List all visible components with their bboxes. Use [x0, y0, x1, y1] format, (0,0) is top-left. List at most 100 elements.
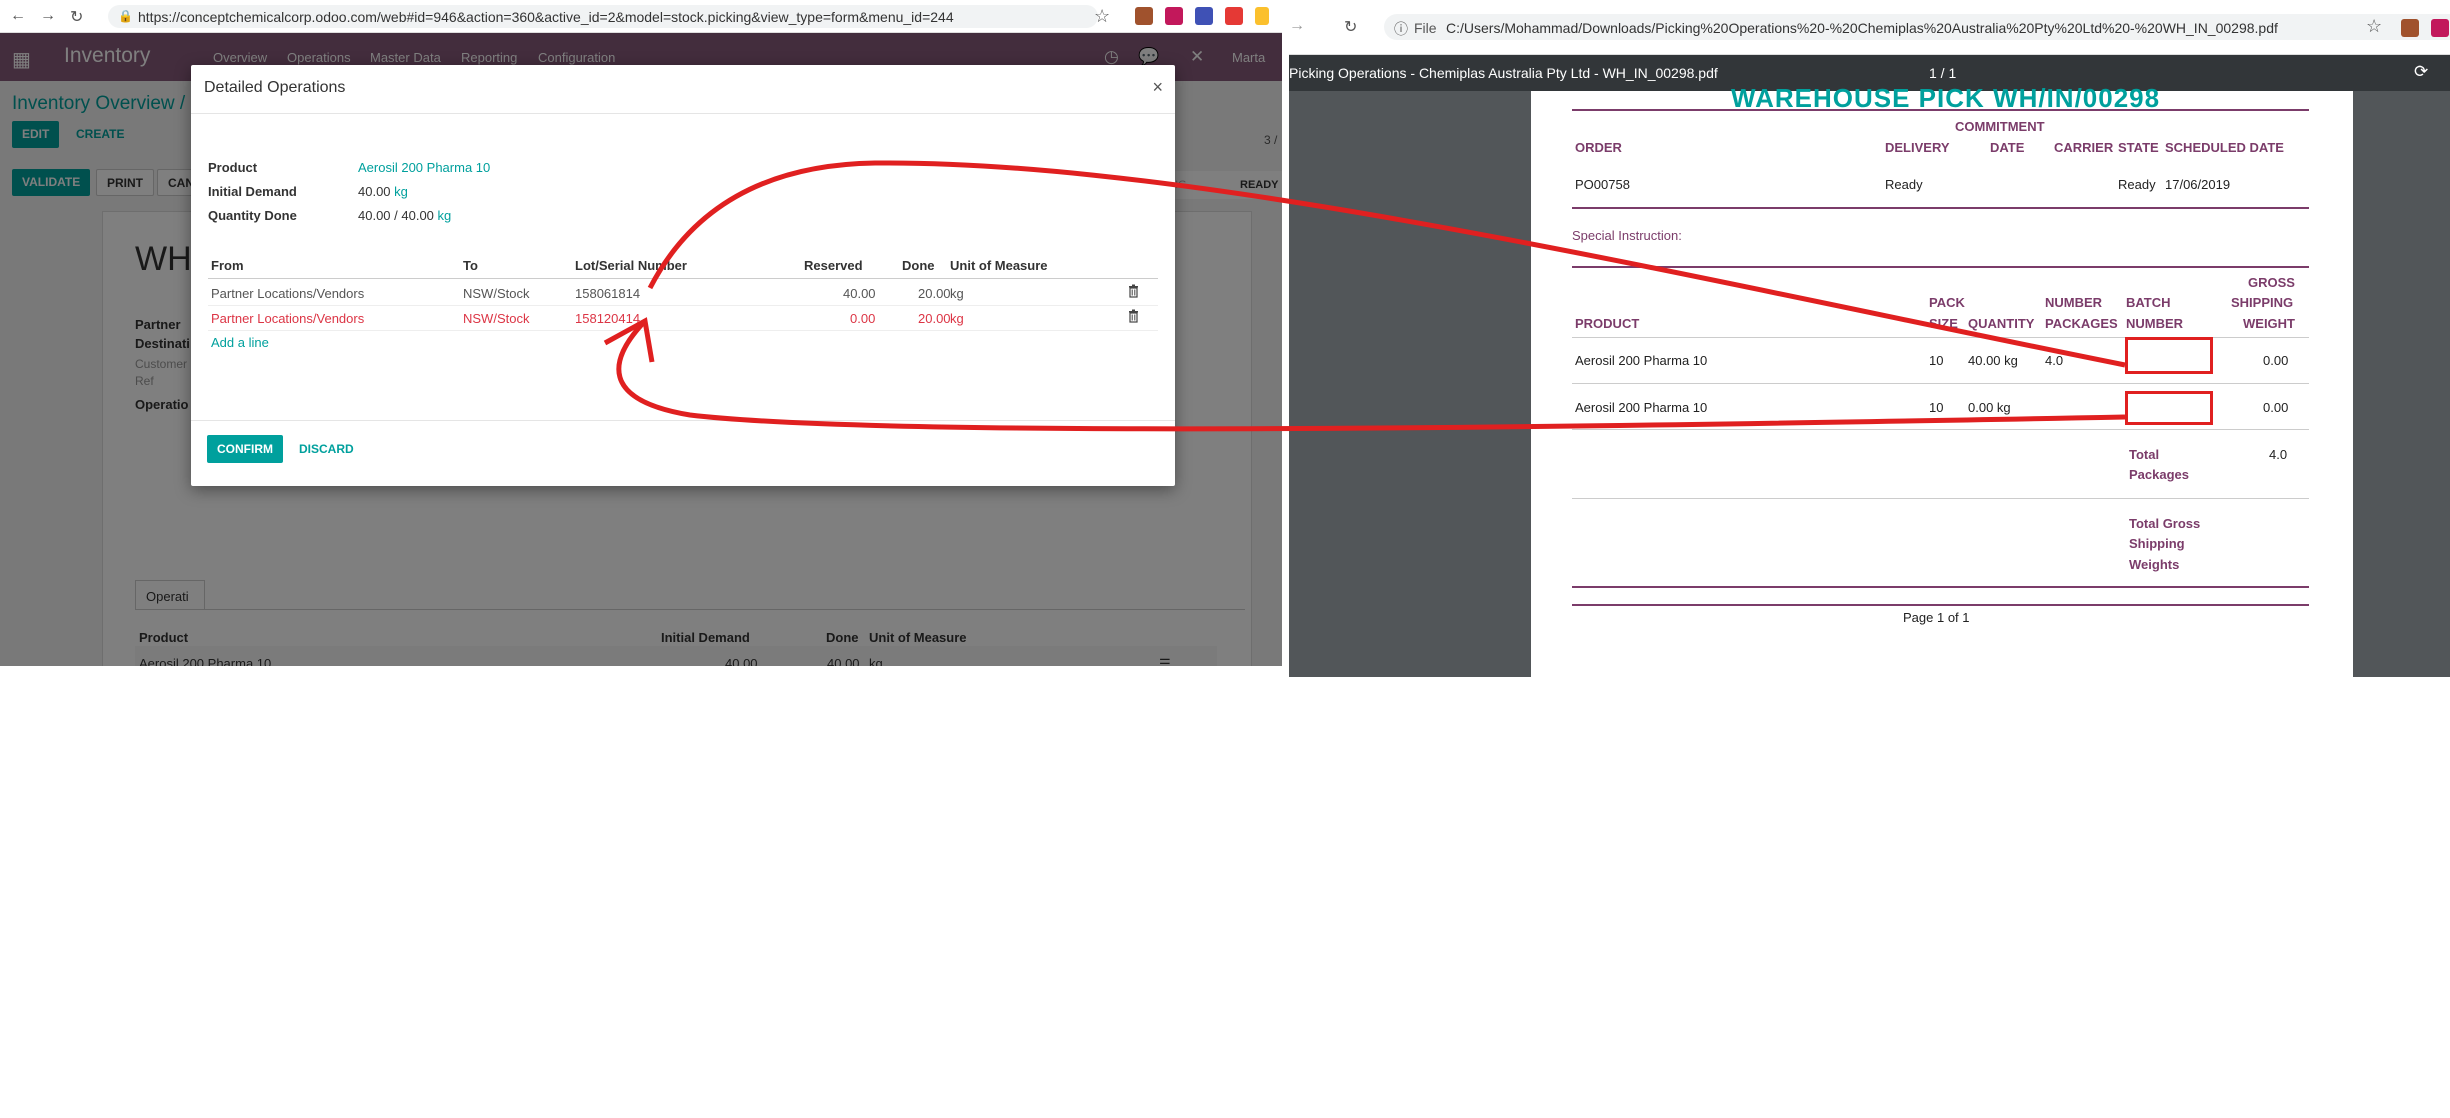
dialog-header: Detailed Operations ×: [191, 65, 1175, 114]
header-state: STATE: [2118, 140, 2159, 155]
cell-reserved: 40.00: [843, 286, 876, 301]
total-gross-label-2: Shipping: [2129, 536, 2185, 551]
browser-toolbar: → ↻ ⓘ File C:/Users/Mohammad/Downloads/P…: [1289, 0, 2450, 55]
header-date: DATE: [1990, 140, 2025, 155]
total-packages-value: 4.0: [2269, 447, 2288, 462]
header-product: PRODUCT: [1575, 316, 1640, 331]
quantity-done-uom[interactable]: kg: [438, 208, 452, 223]
col-lot: Lot/Serial Number: [575, 258, 687, 273]
initial-demand-value: 40.00 kg: [358, 184, 408, 199]
url-text: https://conceptchemicalcorp.odoo.com/web…: [138, 9, 954, 25]
line-quantity: 0.00 kg: [1968, 400, 2011, 415]
pdf-title: Picking Operations - Chemiplas Australia…: [1289, 65, 1718, 81]
forward-icon[interactable]: →: [1289, 17, 1305, 35]
rotate-icon[interactable]: ⟳: [2414, 62, 2428, 82]
header-delivery: DELIVERY: [1885, 140, 1950, 155]
total-gross-label-1: Total Gross: [2129, 516, 2201, 531]
header-number: NUMBER: [2045, 295, 2103, 310]
translate-icon[interactable]: [1195, 7, 1213, 25]
order-number: PO00758: [1575, 177, 1630, 192]
total-packages-label-1: Total: [2129, 447, 2160, 462]
scheduled-date: 17/06/2019: [2165, 177, 2231, 192]
address-bar[interactable]: 🔒 https://conceptchemicalcorp.odoo.com/w…: [108, 5, 1098, 28]
header-order: ORDER: [1575, 140, 1622, 155]
extension-icon[interactable]: [1255, 7, 1269, 25]
rule: [1572, 207, 2309, 209]
extension-icon[interactable]: [1225, 7, 1243, 25]
trash-icon[interactable]: [1128, 309, 1139, 323]
header-packages: PACKAGES: [2045, 316, 2118, 331]
lock-icon: 🔒: [118, 9, 133, 23]
reload-icon[interactable]: ↻: [1344, 17, 1357, 37]
rule: [1572, 429, 2309, 430]
header-pack: PACK: [1929, 295, 1965, 310]
header-scheduled-date: SCHEDULED DATE: [2165, 140, 2284, 155]
add-line-link[interactable]: Add a line: [211, 335, 269, 350]
header-shipping: SHIPPING: [2231, 295, 2294, 310]
detailed-operations-dialog: Detailed Operations × Product Aerosil 20…: [191, 65, 1175, 486]
extension-icon[interactable]: [2431, 19, 2449, 37]
table-row[interactable]: Partner Locations/Vendors NSW/Stock 1580…: [208, 281, 1158, 306]
rule: [1572, 586, 2309, 588]
cell-lot: 158061814: [575, 286, 641, 301]
cell-to: NSW/Stock: [463, 286, 530, 301]
line-product: Aerosil 200 Pharma 10: [1575, 353, 1708, 368]
bookmark-star-icon[interactable]: ☆: [1094, 6, 1110, 27]
product-link[interactable]: Aerosil 200 Pharma 10: [358, 160, 490, 175]
extension-icon[interactable]: [1135, 7, 1153, 25]
extension-icon[interactable]: [2401, 19, 2419, 37]
pdf-viewer-window: → ↻ ⓘ File C:/Users/Mohammad/Downloads/P…: [1289, 0, 2450, 677]
delivery-status: Ready: [1885, 177, 1923, 192]
header-carrier: CARRIER: [2054, 140, 2114, 155]
product-label: Product: [208, 160, 258, 175]
discard-button[interactable]: DISCARD: [299, 435, 354, 463]
browser-toolbar: ← → ↻ 🔒 https://conceptchemicalcorp.odoo…: [0, 0, 1282, 33]
rule: [1572, 266, 2309, 268]
initial-demand-label: Initial Demand: [208, 184, 297, 199]
cell-from: Partner Locations/Vendors: [211, 286, 365, 301]
back-icon[interactable]: ←: [10, 7, 26, 25]
header-commitment: COMMITMENT: [1955, 119, 2045, 134]
extension-icon[interactable]: [1165, 7, 1183, 25]
col-reserved: Reserved: [804, 258, 863, 273]
cell-lot: 158120414: [575, 311, 641, 326]
reload-icon[interactable]: ↻: [70, 7, 83, 27]
address-bar[interactable]: ⓘ File C:/Users/Mohammad/Downloads/Picki…: [1384, 14, 2450, 40]
header-batch-number: NUMBER: [2126, 316, 2184, 331]
rule: [1572, 383, 2309, 384]
batch-number-highlight: [2125, 391, 2213, 425]
bookmark-star-icon[interactable]: ☆: [2366, 16, 2382, 37]
cell-to: NSW/Stock: [463, 311, 530, 326]
cell-from: Partner Locations/Vendors: [211, 311, 365, 326]
line-pack-size: 10: [1929, 400, 1944, 415]
cell-reserved: 0.00: [850, 311, 876, 326]
cell-done: 20.00: [918, 286, 951, 301]
cell-uom: kg: [950, 286, 964, 301]
quantity-done-value: 40.00 / 40.00 kg: [358, 208, 451, 223]
initial-demand-uom[interactable]: kg: [394, 184, 408, 199]
forward-icon[interactable]: →: [40, 7, 56, 25]
quantity-done-label: Quantity Done: [208, 208, 297, 223]
trash-icon[interactable]: [1128, 284, 1139, 298]
col-uom: Unit of Measure: [950, 258, 1048, 273]
line-packages: 4.0: [2045, 353, 2064, 368]
header-quantity: QUANTITY: [1968, 316, 2035, 331]
line-weight: 0.00: [2263, 353, 2289, 368]
batch-number-highlight: [2125, 337, 2213, 374]
page-footer: Page 1 of 1: [1903, 610, 1970, 625]
url-text: C:/Users/Mohammad/Downloads/Picking%20Op…: [1446, 20, 2278, 36]
cell-done: 20.00: [918, 311, 951, 326]
line-quantity: 40.00 kg: [1968, 353, 2018, 368]
confirm-button[interactable]: CONFIRM: [207, 435, 283, 463]
state-value: Ready: [2118, 177, 2156, 192]
header-size: SIZE: [1929, 316, 1958, 331]
odoo-window: ← → ↻ 🔒 https://conceptchemicalcorp.odoo…: [0, 0, 1282, 666]
table-row[interactable]: Partner Locations/Vendors NSW/Stock 1581…: [208, 306, 1158, 331]
page-indicator: 1 / 1: [1929, 65, 1957, 81]
line-weight: 0.00: [2263, 400, 2289, 415]
info-icon[interactable]: ⓘ: [1394, 19, 1408, 39]
file-label: File: [1414, 20, 1437, 36]
dialog-title: Detailed Operations: [204, 79, 346, 96]
line-pack-size: 10: [1929, 353, 1944, 368]
close-icon[interactable]: ×: [1152, 77, 1163, 98]
